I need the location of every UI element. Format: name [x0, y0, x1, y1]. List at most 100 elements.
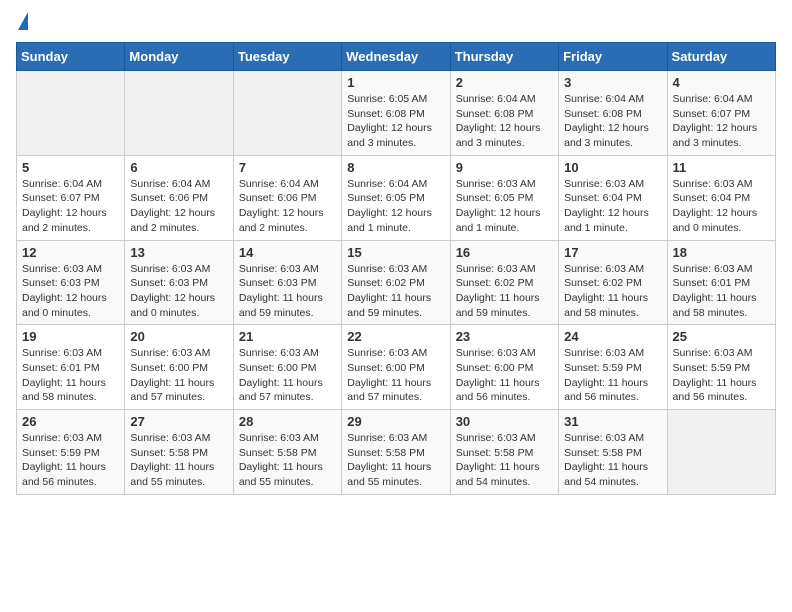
- day-info: Sunrise: 6:03 AM Sunset: 6:02 PM Dayligh…: [456, 262, 553, 321]
- calendar-cell: 25Sunrise: 6:03 AM Sunset: 5:59 PM Dayli…: [667, 325, 775, 410]
- calendar-cell: [233, 71, 341, 156]
- day-number: 21: [239, 329, 336, 344]
- day-number: 13: [130, 245, 227, 260]
- day-info: Sunrise: 6:04 AM Sunset: 6:06 PM Dayligh…: [130, 177, 227, 236]
- calendar-header-row: SundayMondayTuesdayWednesdayThursdayFrid…: [17, 43, 776, 71]
- day-info: Sunrise: 6:03 AM Sunset: 5:59 PM Dayligh…: [564, 346, 661, 405]
- calendar-cell: 17 Sunrise: 6:03 AM Sunset: 6:02 PM Dayli…: [559, 240, 667, 325]
- calendar-cell: 22Sunrise: 6:03 AM Sunset: 6:00 PM Dayli…: [342, 325, 450, 410]
- day-number: 14: [239, 245, 336, 260]
- day-number: 10: [564, 160, 661, 175]
- day-info: Sunrise: 6:04 AM Sunset: 6:07 PM Dayligh…: [22, 177, 119, 236]
- day-info: Sunrise: 6:03 AM Sunset: 6:03 PM Dayligh…: [239, 262, 336, 321]
- logo-triangle-icon: [18, 12, 28, 30]
- day-info: Sunrise: 6:03 AM Sunset: 5:59 PM Dayligh…: [22, 431, 119, 490]
- calendar-week-row: 12 Sunrise: 6:03 AM Sunset: 6:03 PM Dayli…: [17, 240, 776, 325]
- logo: [16, 16, 28, 30]
- calendar-cell: 9 Sunrise: 6:03 AM Sunset: 6:05 PM Daylig…: [450, 155, 558, 240]
- calendar-cell: 27Sunrise: 6:03 AM Sunset: 5:58 PM Dayli…: [125, 410, 233, 495]
- day-info: Sunrise: 6:03 AM Sunset: 6:04 PM Dayligh…: [673, 177, 770, 236]
- day-info: Sunrise: 6:03 AM Sunset: 5:58 PM Dayligh…: [347, 431, 444, 490]
- day-number: 25: [673, 329, 770, 344]
- day-number: 31: [564, 414, 661, 429]
- day-info: Sunrise: 6:04 AM Sunset: 6:08 PM Dayligh…: [564, 92, 661, 151]
- calendar-week-row: 26Sunrise: 6:03 AM Sunset: 5:59 PM Dayli…: [17, 410, 776, 495]
- calendar-cell: 4 Sunrise: 6:04 AM Sunset: 6:07 PM Daylig…: [667, 71, 775, 156]
- day-number: 2: [456, 75, 553, 90]
- calendar-cell: 10 Sunrise: 6:03 AM Sunset: 6:04 PM Dayli…: [559, 155, 667, 240]
- calendar-cell: 5 Sunrise: 6:04 AM Sunset: 6:07 PM Daylig…: [17, 155, 125, 240]
- day-info: Sunrise: 6:04 AM Sunset: 6:06 PM Dayligh…: [239, 177, 336, 236]
- calendar-cell: 23 Sunrise: 6:03 AM Sunset: 6:00 PM Dayli…: [450, 325, 558, 410]
- day-info: Sunrise: 6:03 AM Sunset: 6:01 PM Dayligh…: [673, 262, 770, 321]
- day-info: Sunrise: 6:04 AM Sunset: 6:08 PM Dayligh…: [456, 92, 553, 151]
- day-info: Sunrise: 6:03 AM Sunset: 5:58 PM Dayligh…: [564, 431, 661, 490]
- day-number: 12: [22, 245, 119, 260]
- day-number: 29: [347, 414, 444, 429]
- calendar-cell: 8Sunrise: 6:04 AM Sunset: 6:05 PM Daylig…: [342, 155, 450, 240]
- day-number: 20: [130, 329, 227, 344]
- calendar-header-wednesday: Wednesday: [342, 43, 450, 71]
- calendar-cell: 1 Sunrise: 6:05 AM Sunset: 6:08 PM Daylig…: [342, 71, 450, 156]
- calendar-cell: 2 Sunrise: 6:04 AM Sunset: 6:08 PM Daylig…: [450, 71, 558, 156]
- calendar-cell: 29 Sunrise: 6:03 AM Sunset: 5:58 PM Dayli…: [342, 410, 450, 495]
- day-info: Sunrise: 6:05 AM Sunset: 6:08 PM Dayligh…: [347, 92, 444, 151]
- calendar-cell: 21 Sunrise: 6:03 AM Sunset: 6:00 PM Dayli…: [233, 325, 341, 410]
- calendar-cell: 15Sunrise: 6:03 AM Sunset: 6:02 PM Dayli…: [342, 240, 450, 325]
- day-info: Sunrise: 6:03 AM Sunset: 6:00 PM Dayligh…: [456, 346, 553, 405]
- day-number: 19: [22, 329, 119, 344]
- calendar-week-row: 5 Sunrise: 6:04 AM Sunset: 6:07 PM Daylig…: [17, 155, 776, 240]
- calendar-cell: 7 Sunrise: 6:04 AM Sunset: 6:06 PM Daylig…: [233, 155, 341, 240]
- day-info: Sunrise: 6:03 AM Sunset: 6:02 PM Dayligh…: [564, 262, 661, 321]
- calendar-cell: 12 Sunrise: 6:03 AM Sunset: 6:03 PM Dayli…: [17, 240, 125, 325]
- calendar-table: SundayMondayTuesdayWednesdayThursdayFrid…: [16, 42, 776, 495]
- calendar-cell: 3 Sunrise: 6:04 AM Sunset: 6:08 PM Daylig…: [559, 71, 667, 156]
- calendar-header-tuesday: Tuesday: [233, 43, 341, 71]
- day-info: Sunrise: 6:03 AM Sunset: 6:03 PM Dayligh…: [22, 262, 119, 321]
- calendar-header-sunday: Sunday: [17, 43, 125, 71]
- day-number: 7: [239, 160, 336, 175]
- day-number: 4: [673, 75, 770, 90]
- day-number: 6: [130, 160, 227, 175]
- calendar-week-row: 19Sunrise: 6:03 AM Sunset: 6:01 PM Dayli…: [17, 325, 776, 410]
- day-info: Sunrise: 6:03 AM Sunset: 6:04 PM Dayligh…: [564, 177, 661, 236]
- calendar-cell: 11Sunrise: 6:03 AM Sunset: 6:04 PM Dayli…: [667, 155, 775, 240]
- calendar-header-friday: Friday: [559, 43, 667, 71]
- day-info: Sunrise: 6:03 AM Sunset: 5:58 PM Dayligh…: [239, 431, 336, 490]
- calendar-cell: 30 Sunrise: 6:03 AM Sunset: 5:58 PM Dayli…: [450, 410, 558, 495]
- day-number: 30: [456, 414, 553, 429]
- day-number: 8: [347, 160, 444, 175]
- day-number: 23: [456, 329, 553, 344]
- calendar-header-thursday: Thursday: [450, 43, 558, 71]
- calendar-cell: 26Sunrise: 6:03 AM Sunset: 5:59 PM Dayli…: [17, 410, 125, 495]
- day-number: 27: [130, 414, 227, 429]
- calendar-cell: 14 Sunrise: 6:03 AM Sunset: 6:03 PM Dayli…: [233, 240, 341, 325]
- day-info: Sunrise: 6:03 AM Sunset: 5:58 PM Dayligh…: [456, 431, 553, 490]
- calendar-cell: 31 Sunrise: 6:03 AM Sunset: 5:58 PM Dayli…: [559, 410, 667, 495]
- calendar-cell: 20 Sunrise: 6:03 AM Sunset: 6:00 PM Dayli…: [125, 325, 233, 410]
- calendar-week-row: 1 Sunrise: 6:05 AM Sunset: 6:08 PM Daylig…: [17, 71, 776, 156]
- day-number: 9: [456, 160, 553, 175]
- day-number: 18: [673, 245, 770, 260]
- calendar-cell: [667, 410, 775, 495]
- calendar-cell: [125, 71, 233, 156]
- day-number: 22: [347, 329, 444, 344]
- calendar-header-saturday: Saturday: [667, 43, 775, 71]
- day-info: Sunrise: 6:03 AM Sunset: 6:00 PM Dayligh…: [239, 346, 336, 405]
- calendar-cell: 24Sunrise: 6:03 AM Sunset: 5:59 PM Dayli…: [559, 325, 667, 410]
- day-number: 3: [564, 75, 661, 90]
- calendar-cell: 28 Sunrise: 6:03 AM Sunset: 5:58 PM Dayli…: [233, 410, 341, 495]
- day-number: 5: [22, 160, 119, 175]
- day-number: 16: [456, 245, 553, 260]
- day-info: Sunrise: 6:03 AM Sunset: 6:05 PM Dayligh…: [456, 177, 553, 236]
- calendar-cell: 6 Sunrise: 6:04 AM Sunset: 6:06 PM Daylig…: [125, 155, 233, 240]
- day-number: 17: [564, 245, 661, 260]
- day-number: 15: [347, 245, 444, 260]
- calendar-cell: 18 Sunrise: 6:03 AM Sunset: 6:01 PM Dayli…: [667, 240, 775, 325]
- day-info: Sunrise: 6:03 AM Sunset: 6:00 PM Dayligh…: [130, 346, 227, 405]
- day-number: 1: [347, 75, 444, 90]
- day-number: 28: [239, 414, 336, 429]
- calendar-cell: 13Sunrise: 6:03 AM Sunset: 6:03 PM Dayli…: [125, 240, 233, 325]
- calendar-cell: 16 Sunrise: 6:03 AM Sunset: 6:02 PM Dayli…: [450, 240, 558, 325]
- day-info: Sunrise: 6:04 AM Sunset: 6:07 PM Dayligh…: [673, 92, 770, 151]
